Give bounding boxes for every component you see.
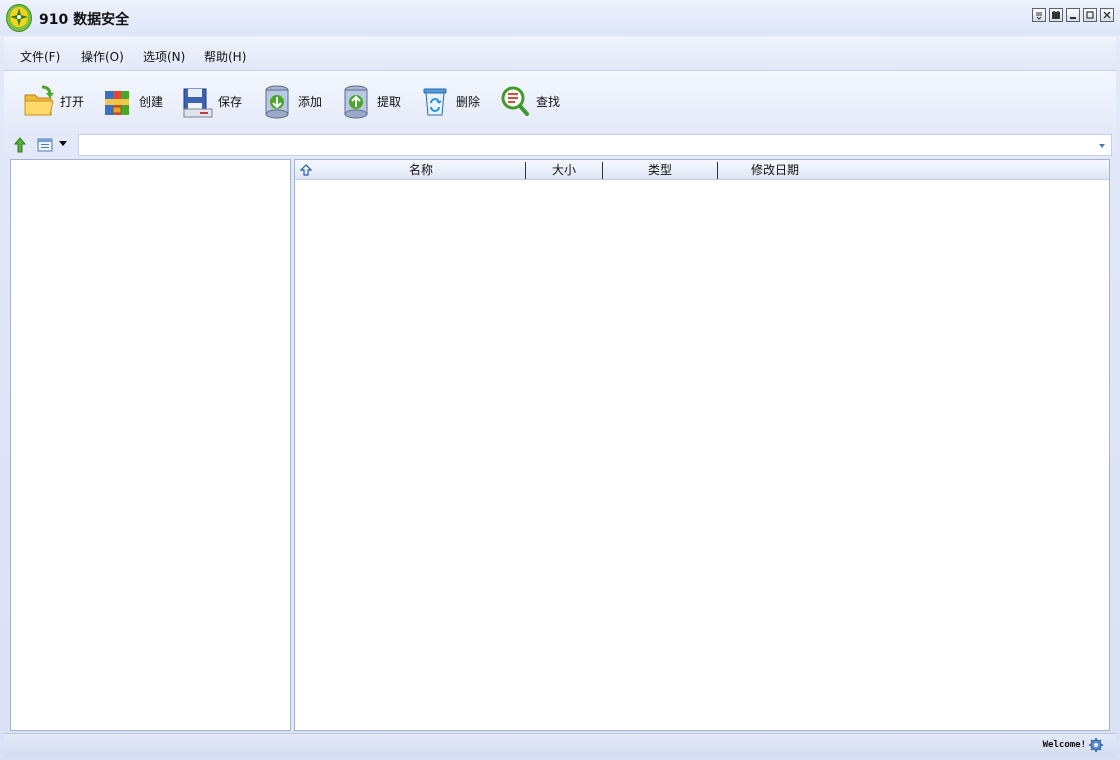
up-arrow-icon: [13, 137, 27, 153]
column-type[interactable]: 类型: [603, 160, 717, 179]
save-icon: [180, 81, 214, 121]
delete-icon: [418, 81, 452, 121]
menu-file[interactable]: 文件(F): [20, 48, 60, 65]
file-list-pane[interactable]: 名称 大小 类型 修改日期: [294, 159, 1110, 731]
column-name[interactable]: 名称: [317, 160, 525, 179]
add-label: 添加: [298, 94, 323, 109]
open-button[interactable]: 打开: [22, 81, 84, 121]
search-button[interactable]: 查找: [498, 81, 560, 121]
add-icon: [260, 81, 294, 121]
app-logo-icon: [5, 3, 33, 33]
maximize-button[interactable]: [1083, 8, 1097, 22]
create-button[interactable]: 创建: [101, 81, 163, 121]
status-bar: Welcome!: [4, 733, 1116, 757]
up-folder-button[interactable]: [12, 136, 30, 154]
search-label: 查找: [536, 94, 561, 109]
minimize-button[interactable]: [1066, 8, 1080, 22]
column-size[interactable]: 大小: [526, 160, 602, 179]
delete-label: 删除: [456, 94, 481, 109]
create-archive-icon: [101, 81, 135, 121]
app-window: 910 数据安全 文件(F) 操作(O) 选项(N) 帮助(H) 打开 创建 保…: [0, 0, 1120, 760]
path-dropdown-icon[interactable]: [1099, 144, 1105, 148]
add-button[interactable]: 添加: [260, 81, 322, 121]
address-bar: [4, 133, 1116, 157]
save-button[interactable]: 保存: [180, 81, 242, 121]
title-bar: 910 数据安全: [0, 0, 1120, 36]
view-icon: [37, 138, 53, 152]
column-modified-date[interactable]: 修改日期: [718, 160, 832, 179]
open-label: 打开: [60, 94, 85, 109]
search-icon: [498, 81, 532, 121]
path-input[interactable]: [78, 134, 1112, 156]
menu-options[interactable]: 选项(N): [143, 48, 185, 65]
toolbar: 打开 创建 保存 添加 提取 删除 查找: [4, 70, 1116, 133]
close-button[interactable]: [1100, 8, 1114, 22]
extract-button[interactable]: 提取: [339, 81, 401, 121]
menu-dropdown-button[interactable]: [1032, 8, 1046, 22]
skin-button[interactable]: [1049, 8, 1063, 22]
menu-operation[interactable]: 操作(O): [81, 48, 124, 65]
settings-gear-icon[interactable]: [1088, 737, 1104, 753]
view-mode-button[interactable]: [36, 136, 54, 154]
save-label: 保存: [218, 94, 243, 109]
extract-icon: [339, 81, 373, 121]
window-controls: [1032, 8, 1114, 22]
view-dropdown-arrow-icon[interactable]: [59, 141, 67, 146]
menu-help[interactable]: 帮助(H): [204, 48, 246, 65]
create-label: 创建: [139, 94, 164, 109]
delete-button[interactable]: 删除: [418, 81, 480, 121]
open-folder-icon: [22, 81, 56, 121]
menu-bar: 文件(F) 操作(O) 选项(N) 帮助(H): [4, 37, 1116, 70]
status-message: Welcome!: [1042, 740, 1086, 750]
sort-up-icon[interactable]: [299, 164, 313, 176]
window-title: 910 数据安全: [39, 12, 130, 28]
list-header: 名称 大小 类型 修改日期: [295, 160, 1109, 180]
extract-label: 提取: [377, 94, 402, 109]
folder-tree-pane[interactable]: [10, 159, 291, 731]
